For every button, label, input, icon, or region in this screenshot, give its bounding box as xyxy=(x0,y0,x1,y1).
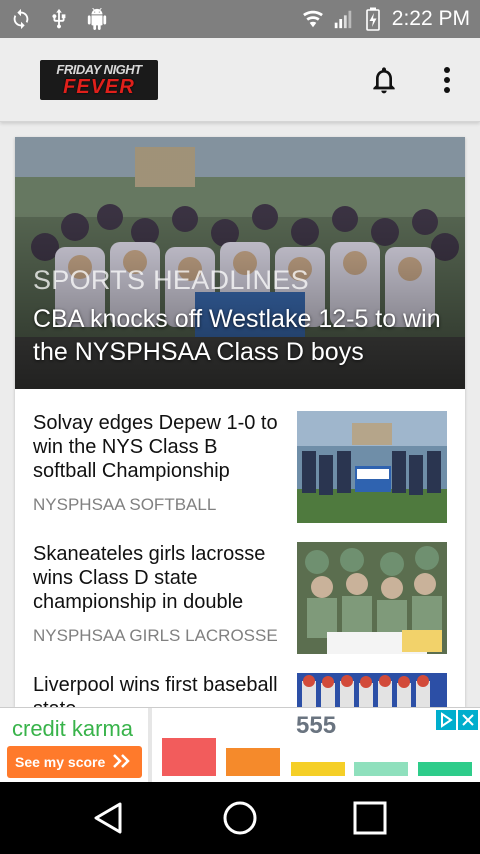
logo-line1: FRIDAY NIGHT xyxy=(56,62,142,77)
status-time: 2:22 PM xyxy=(391,7,470,30)
ad-cta-button[interactable]: See my score xyxy=(7,746,142,778)
article-category: NYSPHSAA GIRLS LACROSSE xyxy=(33,626,278,645)
back-icon[interactable] xyxy=(88,798,128,838)
ad-cta-label: See my score xyxy=(15,754,106,770)
android-debug-icon xyxy=(86,8,108,30)
ad-close-icon[interactable] xyxy=(458,710,478,730)
hero-title[interactable]: CBA knocks off Westlake 12-5 to win the … xyxy=(33,303,453,369)
bell-icon[interactable] xyxy=(368,64,400,96)
home-icon[interactable] xyxy=(220,798,260,838)
article-category: NYSPHSAA SOFTBALL xyxy=(33,495,217,514)
wifi-icon xyxy=(302,8,324,30)
hero-article[interactable]: SPORTS HEADLINES CBA knocks off Westlake… xyxy=(15,137,465,389)
chevron-right-icon xyxy=(113,753,131,771)
list-item[interactable]: Skaneateles girls lacrosse wins Class D … xyxy=(15,542,465,662)
score-bar xyxy=(291,762,345,776)
news-feed: SPORTS HEADLINES CBA knocks off Westlake… xyxy=(15,137,465,707)
article-title[interactable]: Liverpool wins first baseball state xyxy=(33,673,283,707)
article-thumbnail[interactable] xyxy=(297,411,447,523)
more-vert-icon[interactable] xyxy=(436,64,458,96)
list-item[interactable]: Liverpool wins first baseball state xyxy=(15,673,465,707)
status-bar: 2:22 PM xyxy=(0,0,480,38)
article-title[interactable]: Skaneateles girls lacrosse wins Class D … xyxy=(33,542,283,614)
signal-icon xyxy=(332,8,354,30)
logo-line2: FEVER xyxy=(63,76,135,98)
recents-icon[interactable] xyxy=(350,798,390,838)
score-bar xyxy=(354,762,408,776)
system-nav-bar xyxy=(0,782,480,854)
list-item[interactable]: Solvay edges Depew 1-0 to win the NYS Cl… xyxy=(15,411,465,531)
score-bar xyxy=(418,762,472,776)
score-bar xyxy=(162,738,216,776)
battery-charging-icon xyxy=(362,7,384,31)
app-logo[interactable]: FRIDAY NIGHT FEVER xyxy=(40,60,158,100)
ad-divider xyxy=(148,708,152,783)
ad-banner[interactable]: credit karma See my score 555 xyxy=(0,707,480,783)
ad-score: 555 xyxy=(296,712,337,739)
article-thumbnail[interactable] xyxy=(297,673,447,707)
usb-icon xyxy=(48,8,70,30)
app-bar: FRIDAY NIGHT FEVER xyxy=(0,38,480,122)
sync-icon xyxy=(10,8,32,30)
score-bar xyxy=(226,748,280,776)
article-title[interactable]: Solvay edges Depew 1-0 to win the NYS Cl… xyxy=(33,411,283,483)
ad-brand: credit karma xyxy=(12,716,134,741)
ad-choices-icon[interactable] xyxy=(436,710,456,730)
hero-category: SPORTS HEADLINES xyxy=(33,265,309,295)
article-thumbnail[interactable] xyxy=(297,542,447,654)
